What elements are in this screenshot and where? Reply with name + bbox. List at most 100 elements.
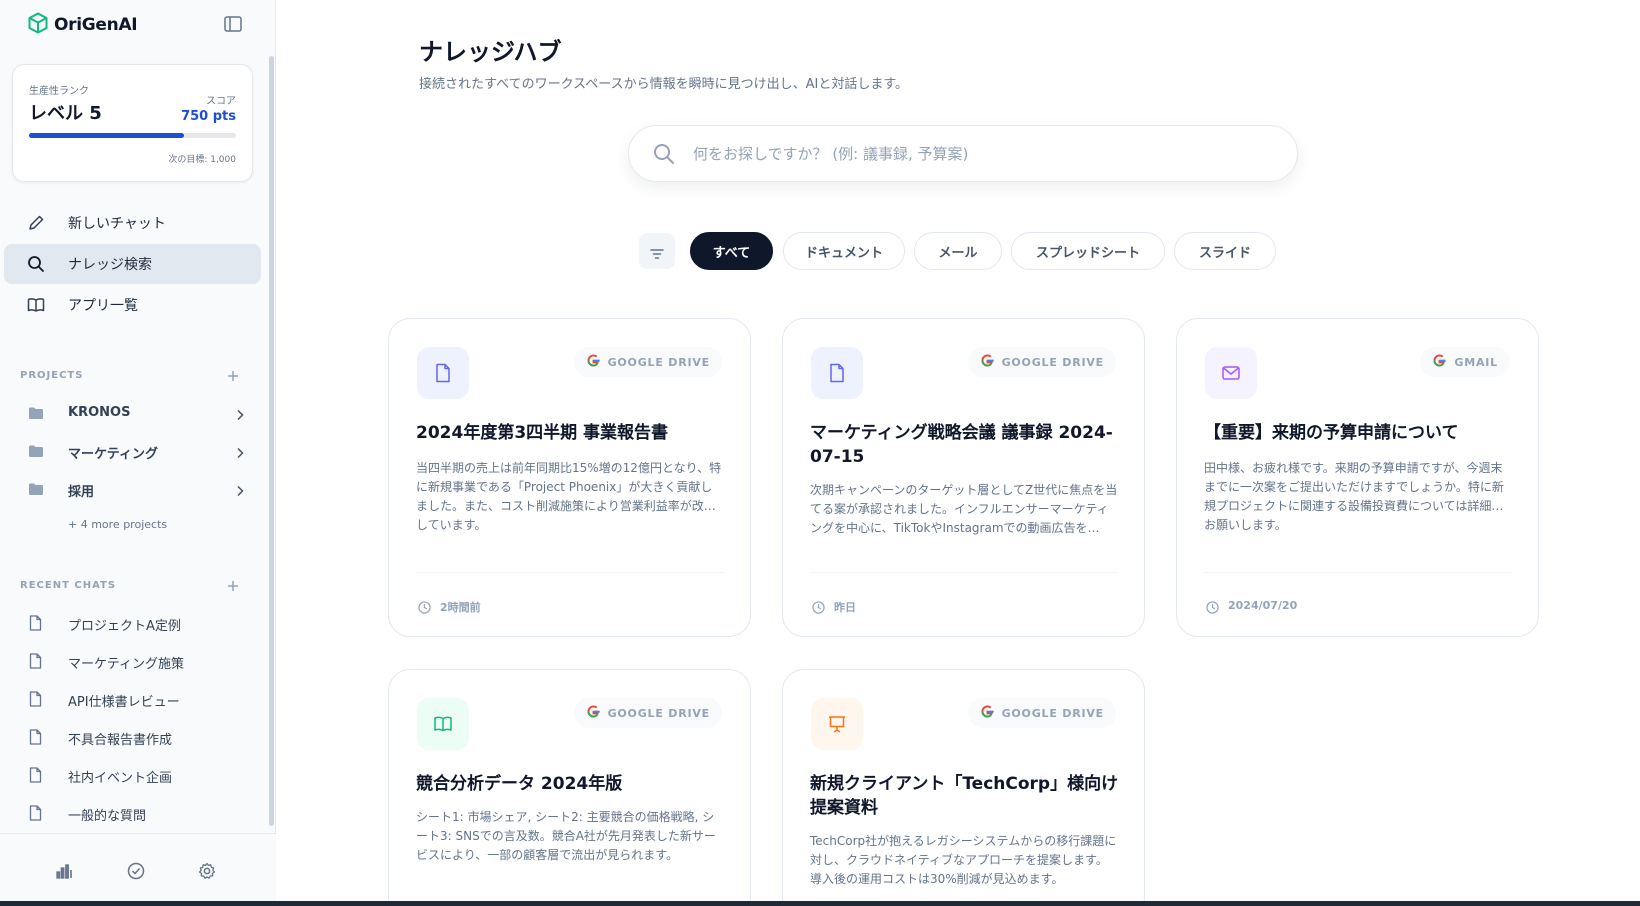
search-bar[interactable] [628, 125, 1298, 182]
mail-icon [1205, 347, 1257, 399]
page-subtitle: 接続されたすべてのワークスペースから情報を瞬時に見つけ出し、AIと対話します。 [419, 77, 909, 92]
search-icon [653, 143, 675, 165]
card-divider [810, 572, 1118, 573]
chevron-right-icon [235, 482, 245, 497]
search-input[interactable] [693, 138, 1273, 170]
filter-chip-spreadsheets[interactable]: スプレッドシート [1011, 232, 1165, 270]
card-divider [1204, 572, 1512, 573]
document-icon [811, 347, 863, 399]
result-card[interactable]: GMAIL 【重要】来期の予算申請について 田中様、お疲れ様です。来期の予算申請… [1176, 318, 1539, 637]
card-description: 次期キャンペーンのターゲット層としてZ世代に焦点を当てる案が承認されました。イン… [810, 483, 1118, 535]
source-badge: GOOGLE DRIVE [573, 698, 722, 728]
rank-progress-bar [29, 133, 236, 138]
file-icon [29, 691, 42, 707]
nav-knowledge-search[interactable]: ナレッジ検索 [4, 244, 261, 284]
sidebar: OriGenAI 生産性ランク レベル 5 スコア 750 pts 次の目標: … [0, 0, 276, 906]
project-item-kronos[interactable]: KRONOS [0, 398, 260, 428]
gear-icon[interactable] [198, 862, 216, 880]
file-icon [29, 805, 42, 821]
add-chat-plus-icon[interactable] [226, 578, 240, 592]
project-label: KRONOS [68, 405, 131, 420]
recent-chat-item[interactable]: 一般的な質問 [0, 798, 260, 828]
card-time: 2時間前 [440, 601, 481, 614]
brand-name: OriGenAI [54, 15, 138, 35]
rank-level: レベル 5 [29, 103, 102, 124]
file-icon [29, 615, 42, 631]
chevron-right-icon [235, 444, 245, 459]
clock-icon [418, 599, 431, 614]
recent-chat-label: プロジェクトA定例 [68, 619, 181, 634]
sidebar-scrollbar[interactable] [269, 56, 274, 826]
recent-chat-item[interactable]: API仕様書レビュー [0, 684, 260, 714]
more-projects-link[interactable]: + 4 more projects [68, 518, 167, 531]
check-circle-icon[interactable] [127, 862, 145, 880]
document-icon [417, 347, 469, 399]
nav-app-list[interactable]: アプリ一覧 [4, 285, 261, 325]
recent-chat-label: 一般的な質問 [68, 809, 147, 824]
add-project-plus-icon[interactable] [226, 368, 240, 382]
search-icon [27, 255, 45, 273]
google-g-icon [586, 704, 601, 723]
source-label: GOOGLE DRIVE [607, 706, 710, 720]
source-label: GMAIL [1454, 355, 1498, 369]
sidebar-toggle-icon[interactable] [224, 16, 242, 32]
filter-chip-mail[interactable]: メール [914, 232, 1002, 270]
next-goal: 次の目標: 1,000 [168, 155, 236, 165]
filter-chip-documents[interactable]: ドキュメント [783, 232, 905, 270]
google-g-icon [980, 353, 995, 372]
result-card[interactable]: GOOGLE DRIVE 2024年度第3四半期 事業報告書 当四半期の売上は前… [388, 318, 751, 637]
google-g-icon [980, 704, 995, 723]
folder-icon [28, 405, 44, 419]
card-time: 2024/07/20 [1228, 599, 1298, 612]
card-title: 競合分析データ 2024年版 [416, 774, 623, 794]
rank-progress-fill [29, 133, 185, 138]
result-card[interactable]: GOOGLE DRIVE マーケティング戦略会議 議事録 2024-07-15 … [782, 318, 1145, 637]
folder-icon [28, 443, 44, 457]
card-title: 新規クライアント「TechCorp」様向け提案資料 [810, 774, 1119, 818]
card-divider [416, 572, 724, 573]
source-label: GOOGLE DRIVE [1001, 706, 1104, 720]
recent-chat-label: API仕様書レビュー [68, 695, 180, 710]
source-badge: GOOGLE DRIVE [967, 698, 1116, 728]
filter-chip-all[interactable]: すべて [690, 232, 773, 270]
card-description: TechCorp社が抱えるレガシーシステムからの移行課題に対し、クラウドネイティ… [810, 834, 1117, 886]
folder-icon [28, 481, 44, 495]
project-label: 採用 [68, 485, 95, 500]
google-g-icon [1432, 353, 1447, 372]
file-icon [29, 729, 42, 745]
rank-card: 生産性ランク レベル 5 スコア 750 pts 次の目標: 1,000 [12, 64, 253, 182]
recent-chat-item[interactable]: 不具合報告書作成 [0, 722, 260, 752]
nav-new-chat[interactable]: 新しいチャット [4, 203, 261, 243]
filter-button[interactable] [639, 233, 675, 269]
spreadsheet-icon [417, 698, 469, 750]
filter-chip-slides[interactable]: スライド [1174, 232, 1276, 270]
recent-chats-heading: RECENT CHATS [20, 580, 117, 591]
recent-chat-item[interactable]: 社内イベント企画 [0, 760, 260, 790]
filter-lines-icon [650, 245, 664, 259]
rank-label: 生産性ランク [29, 86, 89, 97]
card-title: 2024年度第3四半期 事業報告書 [416, 423, 669, 443]
presentation-icon [811, 698, 863, 750]
brand[interactable]: OriGenAI [28, 12, 138, 38]
result-card[interactable]: GOOGLE DRIVE 競合分析データ 2024年版 シート1: 市場シェア,… [388, 669, 751, 906]
nav-label: 新しいチャット [68, 216, 166, 232]
bar-chart-icon[interactable] [55, 862, 73, 880]
source-badge: GOOGLE DRIVE [573, 347, 722, 377]
projects-heading: PROJECTS [20, 370, 84, 381]
project-item-recruiting[interactable]: 採用 [0, 474, 260, 504]
chevron-right-icon [235, 406, 245, 421]
google-g-icon [586, 353, 601, 372]
result-card[interactable]: GOOGLE DRIVE 新規クライアント「TechCorp」様向け提案資料 T… [782, 669, 1145, 906]
source-label: GOOGLE DRIVE [607, 355, 710, 369]
card-title: 【重要】来期の予算申請について [1204, 423, 1459, 443]
recent-chat-item[interactable]: マーケティング施策 [0, 646, 260, 676]
logo-cube-icon [28, 12, 48, 38]
score-label: スコア [206, 96, 236, 107]
project-item-marketing[interactable]: マーケティング [0, 436, 260, 466]
recent-chat-item[interactable]: プロジェクトA定例 [0, 608, 260, 638]
nav-label: ナレッジ検索 [68, 257, 152, 273]
main-content: ナレッジハブ 接続されたすべてのワークスペースから情報を瞬時に見つけ出し、AIと… [276, 0, 1640, 906]
clock-icon [812, 599, 825, 614]
project-label: マーケティング [68, 447, 158, 462]
pencil-icon [27, 214, 45, 232]
